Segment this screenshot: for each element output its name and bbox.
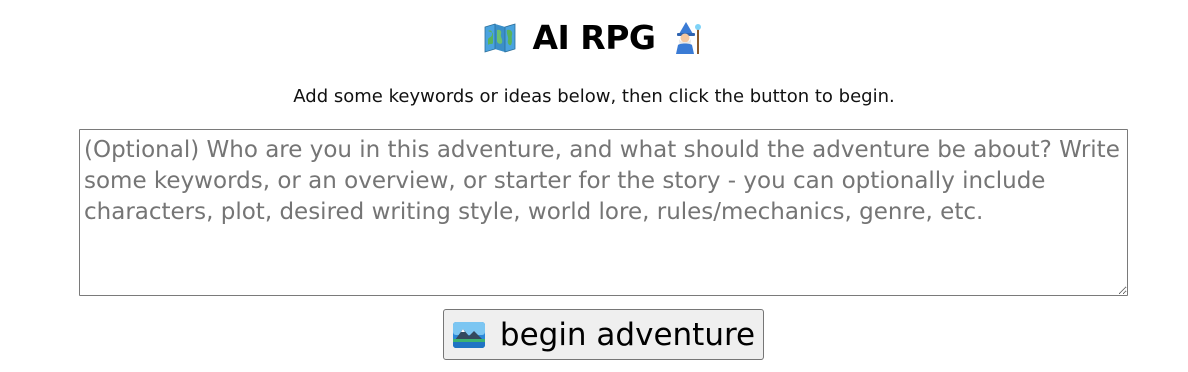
page-header: AI RPG — [0, 14, 1188, 62]
landscape-picture-icon — [452, 318, 486, 352]
begin-adventure-button[interactable]: begin adventure — [443, 309, 764, 360]
intro-text: Add some keywords or ideas below, then c… — [293, 86, 895, 107]
world-map-icon — [483, 21, 517, 55]
mage-icon — [672, 21, 706, 55]
begin-button-label: begin adventure — [499, 316, 756, 353]
adventure-prompt-textarea[interactable] — [79, 129, 1128, 296]
page-title: AI RPG — [532, 18, 657, 57]
